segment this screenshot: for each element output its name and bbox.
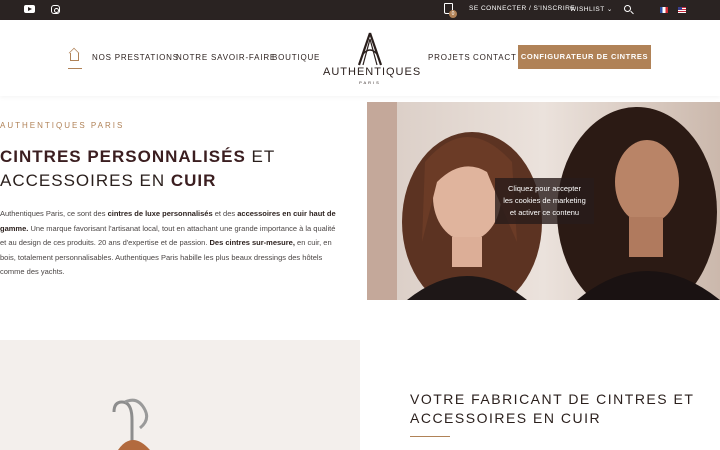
- top-bar: 0 SE CONNECTER / S'INSCRIRE WISHLIST ⌄: [0, 0, 720, 20]
- hero-title-light-1: ET: [245, 147, 276, 166]
- login-link[interactable]: SE CONNECTER / S'INSCRIRE: [469, 5, 575, 12]
- nav-notre-savoir-faire[interactable]: NOTRE SAVOIR-FAIRE: [176, 53, 276, 62]
- section2-divider: [410, 436, 450, 437]
- intro-text-1: Authentiques Paris, ce sont des: [0, 209, 108, 218]
- configurator-button[interactable]: CONFIGURATEUR DE CINTRES: [518, 45, 651, 69]
- section2-title: VOTRE FABRICANT DE CINTRES ET ACCESSOIRE…: [410, 390, 710, 428]
- nav-nos-prestations[interactable]: NOS PRESTATIONS: [92, 53, 179, 62]
- hero-title-light-2: ACCESSOIRES EN: [0, 171, 171, 190]
- cookie-consent-overlay[interactable]: Cliquez pour accepter les cookies de mar…: [495, 178, 594, 224]
- flag-fr-icon[interactable]: [660, 7, 668, 13]
- cart-count-badge: 0: [449, 10, 457, 18]
- main-header: NOS PRESTATIONS NOTRE SAVOIR-FAIRE BOUTI…: [0, 20, 720, 96]
- active-nav-indicator: [68, 68, 82, 69]
- logo-wordmark[interactable]: AUTHENTIQUES: [323, 66, 420, 78]
- hanger-image: [0, 340, 360, 450]
- hero-title: CINTRES PERSONNALISÉS ET ACCESSOIRES EN …: [0, 145, 340, 193]
- nav-boutique[interactable]: BOUTIQUE: [272, 53, 320, 62]
- hanger-illustration: [112, 398, 150, 450]
- section2-title-line-2: ACCESSOIRES EN CUIR: [410, 410, 602, 426]
- wishlist-dropdown[interactable]: WISHLIST ⌄: [570, 5, 613, 13]
- cookie-line-1: Cliquez pour accepter: [508, 184, 581, 193]
- hero-intro: Authentiques Paris, ce sont des cintres …: [0, 207, 340, 280]
- instagram-icon[interactable]: [51, 5, 60, 14]
- nav-projets[interactable]: PROJETS: [428, 53, 471, 62]
- logo-subtitle: PARIS: [359, 80, 381, 85]
- intro-bold-1: cintres de luxe personnalisés: [107, 209, 213, 218]
- flag-en-icon[interactable]: [678, 7, 686, 13]
- search-icon[interactable]: [624, 5, 631, 12]
- intro-text-2: et des: [212, 209, 238, 218]
- hero-eyebrow: AUTHENTIQUES PARIS: [0, 121, 125, 130]
- cookie-line-2: les cookies de marketing: [503, 196, 586, 205]
- youtube-icon[interactable]: [24, 5, 35, 13]
- cookie-line-3: et activer ce contenu: [509, 208, 580, 217]
- logo-mark-icon[interactable]: [355, 32, 385, 66]
- home-icon[interactable]: [70, 53, 79, 61]
- intro-bold-3: Des cintres sur-mesure,: [209, 238, 295, 247]
- nav-contact[interactable]: CONTACT: [473, 53, 517, 62]
- hero-title-bold-1: CINTRES PERSONNALISÉS: [0, 147, 246, 166]
- section2-title-line-1: VOTRE FABRICANT DE CINTRES ET: [410, 391, 695, 407]
- hero-title-bold-2: CUIR: [170, 171, 217, 190]
